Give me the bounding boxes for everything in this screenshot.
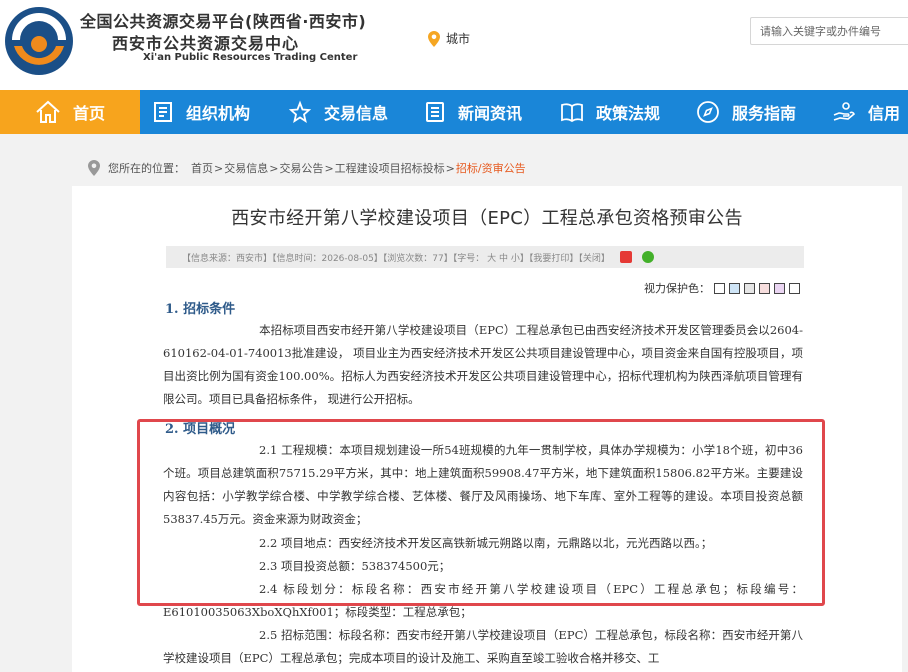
article-paragraph: 2.5 招标范围：标段名称：西安市经开第八学校建设项目（EPC）工程总承包，标段…	[163, 624, 803, 670]
highlight-annotation-box	[137, 419, 825, 606]
location-pin-icon	[428, 30, 440, 47]
article-title: 西安市经开第八学校建设项目（EPC）工程总承包资格预审公告	[231, 208, 743, 229]
article-info-bar: 【信息来源：西安市】【信息时间：2026-08-05】【浏览次数：77】【字号：…	[166, 246, 804, 268]
breadcrumb-engineering[interactable]: 工程建设项目招标投标	[335, 160, 445, 176]
vision-swatch[interactable]	[759, 282, 770, 294]
breadcrumb-trade-info[interactable]: 交易信息	[224, 160, 268, 176]
vision-swatch[interactable]	[714, 282, 725, 294]
city-selector[interactable]: 城市	[428, 30, 470, 47]
nav-item-policy[interactable]: 政策法规	[560, 90, 660, 134]
breadcrumb-prefix: 您所在的位置：	[108, 162, 185, 175]
breadcrumb-home[interactable]: 首页	[191, 160, 213, 176]
nav-item-label: 新闻资讯	[458, 104, 523, 123]
breadcrumb-current[interactable]: 招标/资审公告	[456, 160, 526, 176]
section-heading: 1. 招标条件	[165, 302, 236, 317]
vision-swatch[interactable]	[729, 282, 740, 294]
article-paragraph: 本招标项目西安市经开第八学校建设项目（EPC）工程总承包已由西安经济技术开发区管…	[163, 319, 803, 411]
search-input[interactable]	[750, 17, 908, 45]
nav-item-home[interactable]: 首页	[0, 90, 140, 134]
vision-protect-colors: 视力保护色：	[644, 280, 800, 296]
location-pin-icon	[88, 160, 100, 176]
site-header: 全国公共资源交易平台(陕西省·西安市) 西安市公共资源交易中心 Xi'an Pu…	[0, 0, 908, 90]
nav-item-label: 政策法规	[596, 104, 661, 123]
breadcrumb-separator: >	[269, 161, 279, 175]
nav-item-organization[interactable]: 组织机构	[152, 90, 250, 134]
breadcrumb: 您所在的位置： 首页 > 交易信息 > 交易公告 > 工程建设项目招标投标 > …	[88, 160, 526, 176]
wechat-icon[interactable]	[641, 251, 654, 263]
hand-icon	[833, 102, 855, 121]
breadcrumb-trade-notice[interactable]: 交易公告	[279, 160, 323, 176]
city-label: 城市	[446, 32, 471, 46]
site-logo[interactable]	[4, 6, 74, 76]
nav-item-label: 信用	[868, 104, 901, 123]
vision-swatch[interactable]	[789, 282, 800, 294]
breadcrumb-separator: >	[445, 161, 455, 175]
logo-icon	[5, 7, 73, 75]
platform-title: 全国公共资源交易平台(陕西省·西安市)	[80, 12, 367, 31]
paragraph-text: 2.5 招标范围：标段名称：西安市经开第八学校建设项目（EPC）工程总承包，标段…	[163, 628, 803, 665]
nav-item-label: 组织机构	[186, 104, 251, 123]
center-title: 西安市公共资源交易中心	[112, 34, 300, 53]
nav-item-label: 交易信息	[324, 104, 389, 123]
nav-item-trade-info[interactable]: 交易信息	[288, 90, 388, 134]
compass-icon	[697, 101, 719, 123]
vision-swatch[interactable]	[774, 282, 785, 294]
book-icon	[561, 103, 583, 123]
star-icon	[288, 100, 312, 123]
paragraph-text: 本招标项目西安市经开第八学校建设项目（EPC）工程总承包已由西安经济技术开发区管…	[163, 323, 803, 406]
nav-item-label: 服务指南	[732, 104, 797, 123]
center-title-en: Xi'an Public Resources Trading Center	[143, 52, 358, 63]
nav-item-service[interactable]: 服务指南	[696, 90, 796, 134]
vision-swatch[interactable]	[744, 282, 755, 294]
nav-item-credit[interactable]: 信用	[832, 90, 900, 134]
document-icon	[154, 102, 172, 122]
breadcrumb-separator: >	[214, 161, 224, 175]
nav-item-news[interactable]: 新闻资讯	[424, 90, 522, 134]
breadcrumb-separator: >	[324, 161, 334, 175]
news-icon	[426, 102, 444, 122]
print-icon[interactable]	[619, 251, 632, 263]
main-nav: 首页 组织机构 交易信息 新闻资讯 政策法规 服务指南 信用	[0, 90, 908, 134]
nav-item-label: 首页	[72, 104, 105, 123]
vision-label: 视力保护色：	[644, 282, 710, 295]
home-icon	[36, 100, 60, 123]
info-bar-text: 【信息来源：西安市】【信息时间：2026-08-05】【浏览次数：77】【字号：…	[182, 253, 610, 264]
